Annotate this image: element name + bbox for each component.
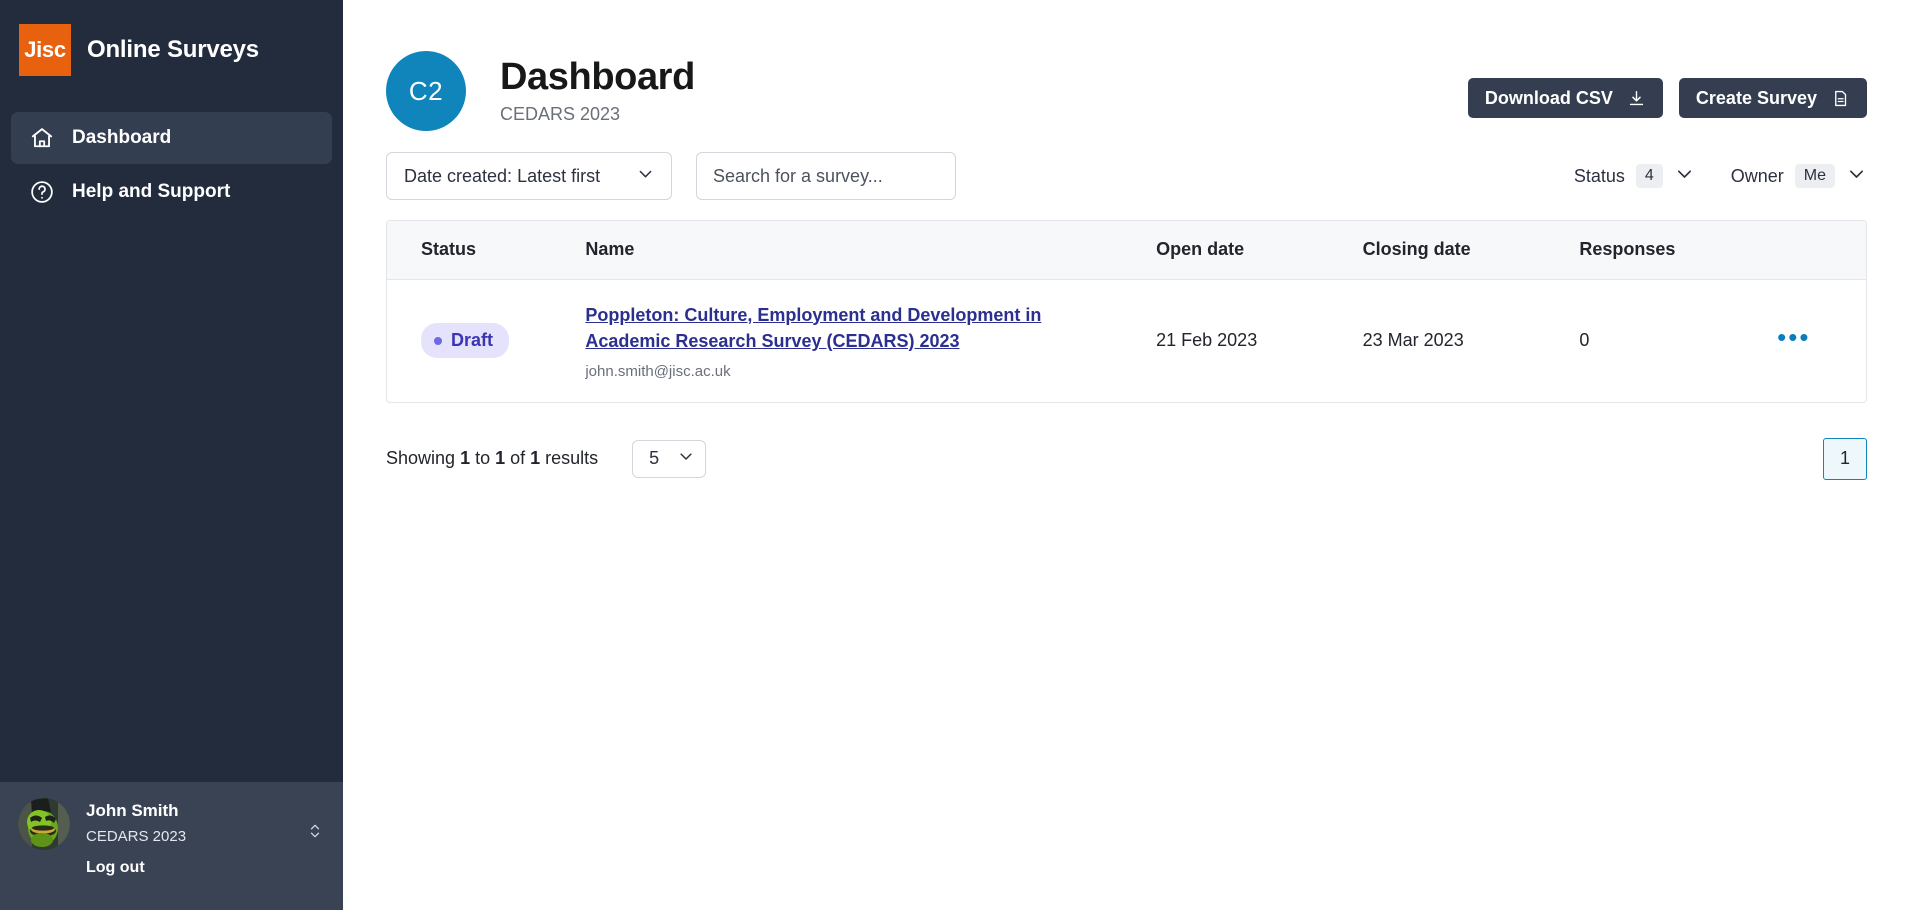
- sidebar-item-dashboard[interactable]: Dashboard: [11, 112, 332, 164]
- user-name: John Smith: [86, 800, 179, 820]
- logout-button[interactable]: Log out: [0, 850, 145, 877]
- sidebar: Jisc Online Surveys Dashboard Help and S…: [0, 0, 343, 910]
- surveys-table-head: Status Name Open date Closing date Respo…: [387, 221, 1866, 280]
- page-header: C2 Dashboard CEDARS 2023 Download CSV Cr…: [343, 0, 1913, 134]
- ellipsis-icon[interactable]: •••: [1777, 324, 1810, 349]
- chevron-down-icon: [677, 447, 695, 470]
- chevron-down-icon: [1674, 163, 1695, 189]
- page-number-list: 1: [1823, 437, 1867, 480]
- survey-name-link[interactable]: Poppleton: Culture, Employment and Devel…: [585, 302, 1055, 354]
- results-from: 1: [460, 448, 471, 469]
- results-summary: Showing 1 to 1 of 1 results: [386, 448, 598, 469]
- sidebar-item-dashboard-label: Dashboard: [72, 127, 172, 148]
- status-filter-count: 4: [1635, 164, 1663, 188]
- status-dot-icon: [434, 336, 442, 345]
- sidebar-user-panel: John Smith CEDARS 2023 Log out: [0, 782, 343, 910]
- user-summary: John Smith CEDARS 2023: [0, 798, 343, 850]
- brand: Jisc Online Surveys: [0, 0, 343, 80]
- jisc-logo-text: Jisc: [24, 37, 66, 62]
- results-to: 1: [495, 448, 506, 469]
- page-titles: Dashboard CEDARS 2023: [500, 56, 695, 125]
- cell-responses: 0: [1579, 330, 1590, 351]
- create-survey-label: Create Survey: [1695, 87, 1817, 108]
- table-row: Draft Poppleton: Culture, Employment and…: [387, 279, 1866, 402]
- chevron-down-icon: [636, 164, 655, 188]
- header-actions: Download CSV Create Survey: [1467, 78, 1867, 118]
- status-filter[interactable]: Status 4: [1574, 163, 1695, 189]
- document-icon: [1831, 89, 1850, 108]
- cell-name: Poppleton: Culture, Employment and Devel…: [585, 279, 1156, 402]
- question-circle-icon: [29, 179, 55, 205]
- column-header-open-date: Open date: [1156, 221, 1363, 280]
- sort-select[interactable]: Date created: Latest first: [386, 152, 672, 200]
- column-header-actions: [1777, 221, 1866, 280]
- page-title: Dashboard: [500, 56, 695, 99]
- owner-filter[interactable]: Owner Me: [1731, 163, 1867, 189]
- surveys-table: Status Name Open date Closing date Respo…: [387, 221, 1866, 402]
- user-meta: John Smith CEDARS 2023: [86, 800, 289, 848]
- account-avatar: C2: [386, 51, 466, 131]
- surveys-table-body: Draft Poppleton: Culture, Employment and…: [387, 279, 1866, 402]
- create-survey-button[interactable]: Create Survey: [1678, 78, 1867, 118]
- page-size-value: 5: [649, 448, 660, 469]
- results-of-word: of: [505, 448, 531, 469]
- download-csv-label: Download CSV: [1484, 87, 1613, 108]
- download-icon: [1627, 89, 1646, 108]
- results-suffix: results: [540, 448, 599, 469]
- results-summary-prefix: Showing: [386, 448, 461, 469]
- download-csv-button[interactable]: Download CSV: [1467, 78, 1663, 118]
- main-content: C2 Dashboard CEDARS 2023 Download CSV Cr…: [343, 0, 1913, 910]
- page-number-1[interactable]: 1: [1823, 437, 1867, 480]
- user-organisation: CEDARS 2023: [86, 827, 187, 845]
- cell-open-date: 21 Feb 2023: [1156, 330, 1258, 351]
- avatar: [18, 798, 70, 850]
- owner-filter-count: Me: [1794, 164, 1835, 188]
- page-size-select[interactable]: 5: [632, 439, 707, 478]
- column-header-status: Status: [387, 221, 586, 280]
- page-subtitle: CEDARS 2023: [500, 103, 621, 124]
- surveys-table-card: Status Name Open date Closing date Respo…: [386, 220, 1867, 403]
- column-header-responses: Responses: [1579, 221, 1778, 280]
- filter-bar: Date created: Latest first Status 4 Owne…: [343, 148, 1913, 204]
- status-filter-label: Status: [1573, 165, 1625, 186]
- owner-filter-label: Owner: [1730, 165, 1784, 186]
- switch-account-icon[interactable]: [305, 806, 325, 842]
- search-input[interactable]: [696, 152, 956, 200]
- brand-title: Online Surveys: [87, 36, 259, 63]
- cell-status: Draft: [387, 279, 585, 402]
- results-to-word: to: [470, 448, 496, 469]
- sidebar-nav: Dashboard Help and Support: [0, 112, 343, 220]
- chevron-down-icon: [1846, 163, 1867, 189]
- cell-actions: •••: [1777, 279, 1866, 402]
- column-header-name: Name: [585, 221, 1157, 280]
- home-icon: [29, 125, 55, 151]
- app-root: Jisc Online Surveys Dashboard Help and S…: [0, 0, 1913, 910]
- sort-select-value: Date created: Latest first: [404, 165, 601, 186]
- sidebar-item-help-and-support-label: Help and Support: [72, 181, 231, 202]
- filter-right-group: Status 4 Owner Me: [1574, 163, 1867, 189]
- cell-closing-date: 23 Mar 2023: [1362, 330, 1464, 351]
- sidebar-item-help-and-support[interactable]: Help and Support: [11, 166, 332, 218]
- jisc-logo: Jisc: [19, 24, 71, 76]
- pagination: Showing 1 to 1 of 1 results 5 1: [343, 437, 1913, 481]
- status-badge-label: Draft: [451, 330, 494, 351]
- column-header-closing-date: Closing date: [1362, 221, 1580, 280]
- survey-owner-email: john.smith@jisc.ac.uk: [585, 362, 731, 380]
- results-total: 1: [530, 448, 541, 469]
- table-header-row: Status Name Open date Closing date Respo…: [387, 221, 1866, 280]
- status-badge: Draft: [421, 323, 510, 359]
